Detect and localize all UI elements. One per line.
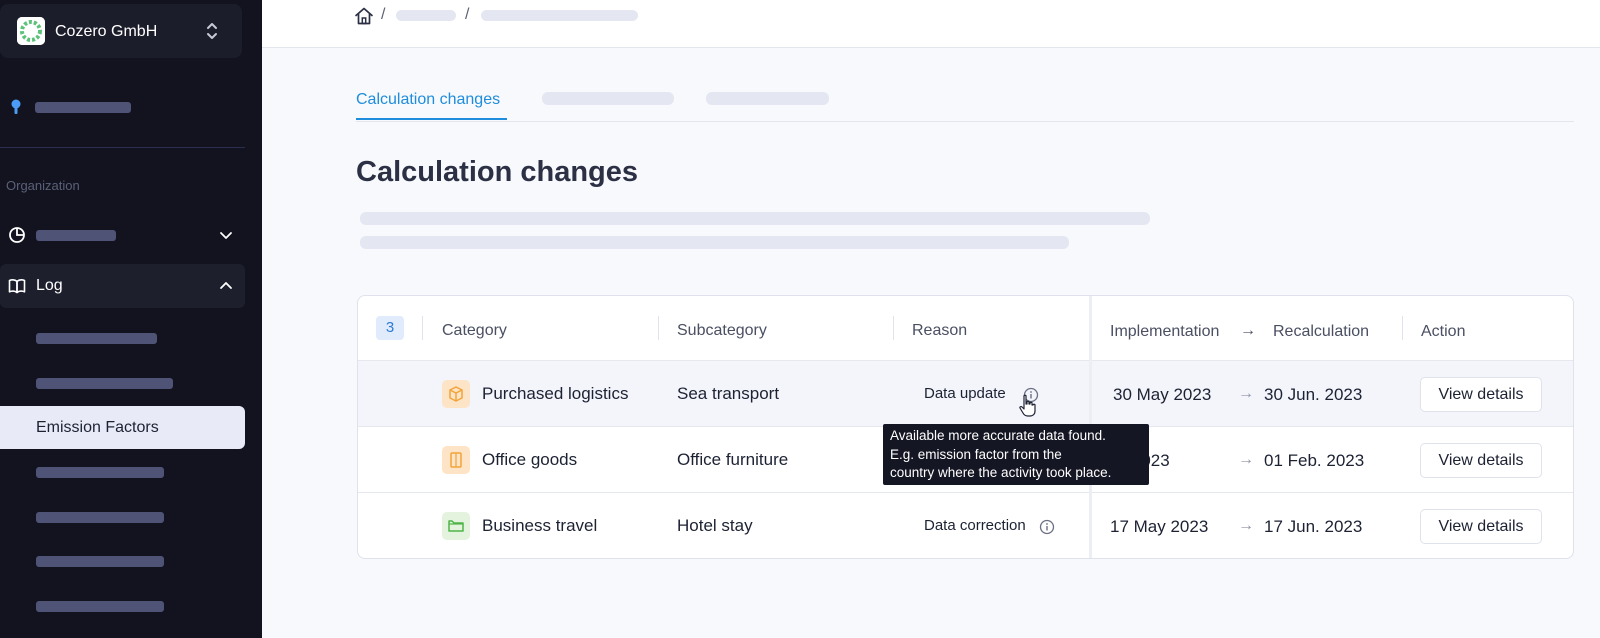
sidebar-subitem-placeholder[interactable]: [36, 467, 164, 478]
cell-implementation-date: 17 May 2023: [1110, 517, 1209, 536]
table-row[interactable]: Business travel Hotel stay Data correcti…: [358, 492, 1573, 558]
column-header-implementation[interactable]: Implementation: [1110, 323, 1219, 341]
pie-chart-icon: [9, 227, 25, 243]
reason-tooltip: Available more accurate data found. E.g.…: [883, 424, 1149, 485]
organization-switcher[interactable]: Cozero GmbH: [0, 4, 242, 58]
cell-category: Business travel: [482, 516, 598, 535]
sidebar-subitem-placeholder[interactable]: [36, 512, 164, 523]
column-header-action[interactable]: Action: [1421, 323, 1465, 341]
tabs-divider: [356, 121, 1574, 122]
cell-category: Office goods: [482, 450, 578, 469]
cell-subcategory: Hotel stay: [677, 516, 753, 535]
column-header-subcategory[interactable]: Subcategory: [677, 322, 767, 340]
chevron-up-down-icon: [207, 23, 217, 39]
column-header-reason[interactable]: Reason: [912, 322, 967, 340]
header-separator: [422, 316, 423, 340]
sidebar-item-dashboard[interactable]: [0, 213, 245, 257]
cell-recalculation-date: 01 Feb. 2023: [1264, 451, 1365, 470]
sidebar-item-log[interactable]: Log: [0, 264, 245, 308]
organization-name: Cozero GmbH: [55, 23, 158, 40]
breadcrumb-separator: /: [465, 6, 470, 23]
sidebar: Cozero GmbH Organization Log Emission Fa…: [0, 0, 262, 638]
cell-subcategory: Office furniture: [677, 450, 789, 469]
hand-pointer-cursor-icon: [1019, 394, 1036, 417]
sidebar-section-label: Organization: [6, 178, 80, 193]
cabinet-icon: [442, 446, 470, 474]
tab-active-indicator: [356, 118, 507, 120]
table-row[interactable]: Purchased logistics Sea transport Data u…: [358, 360, 1573, 426]
tab-calculation-changes[interactable]: Calculation changes: [356, 91, 500, 109]
breadcrumb-item-placeholder[interactable]: [481, 10, 638, 21]
tab-placeholder[interactable]: [706, 92, 829, 105]
sidebar-divider: [0, 147, 245, 148]
header-separator: [658, 316, 659, 340]
sidebar-item-emission-factors-label: Emission Factors: [36, 419, 159, 436]
lightbulb-icon: [11, 99, 21, 114]
cell-reason: Data correction: [924, 517, 1026, 534]
chevron-up-icon: [220, 282, 232, 289]
tooltip-line: Available more accurate data found.: [890, 428, 1106, 443]
row-count-badge: 3: [376, 316, 404, 340]
column-header-recalculation[interactable]: Recalculation: [1273, 323, 1369, 341]
cell-category: Purchased logistics: [482, 384, 629, 403]
view-details-button[interactable]: View details: [1420, 509, 1542, 544]
description-placeholder: [360, 212, 1150, 225]
sidebar-subitem-placeholder[interactable]: [36, 556, 164, 567]
breadcrumb: / /: [262, 0, 1600, 48]
sidebar-subitem-placeholder[interactable]: [36, 601, 164, 612]
header-separator: [1402, 316, 1403, 340]
sidebar-placeholder: [35, 102, 131, 113]
home-icon[interactable]: [354, 7, 374, 25]
wallet-icon: [442, 512, 470, 540]
view-details-button[interactable]: View details: [1420, 443, 1542, 478]
header-separator: [893, 316, 894, 340]
cell-subcategory: Sea transport: [677, 384, 780, 403]
sidebar-item-emission-factors[interactable]: Emission Factors: [0, 406, 245, 449]
tooltip-line: E.g. emission factor from the: [890, 446, 1062, 462]
chevron-down-icon: [220, 232, 232, 239]
sidebar-subitem-placeholder[interactable]: [36, 378, 173, 389]
package-icon: [442, 380, 470, 408]
breadcrumb-separator: /: [381, 6, 386, 23]
book-open-icon: [8, 279, 26, 294]
cozero-logo-icon: [17, 17, 45, 45]
view-details-button[interactable]: View details: [1420, 377, 1542, 412]
page-title: Calculation changes: [356, 156, 639, 188]
sidebar-item-pinned[interactable]: [10, 99, 22, 115]
sidebar-subitem-placeholder[interactable]: [36, 333, 157, 344]
column-header-category[interactable]: Category: [442, 322, 507, 340]
info-icon[interactable]: [1039, 519, 1055, 535]
arrow-right-icon: →: [1238, 385, 1254, 402]
cell-recalculation-date: 17 Jun. 2023: [1264, 517, 1363, 536]
cell-implementation-date: 30 May 2023: [1113, 385, 1212, 404]
cell-recalculation-date: 30 Jun. 2023: [1264, 385, 1363, 404]
header-arrow-icon: →: [1240, 322, 1256, 339]
tooltip-line: country where the activity took place.: [890, 465, 1112, 480]
breadcrumb-item-placeholder[interactable]: [396, 10, 456, 21]
arrow-right-icon: →: [1238, 517, 1254, 534]
tab-placeholder[interactable]: [542, 92, 674, 105]
sidebar-item-log-label: Log: [36, 277, 63, 294]
description-placeholder: [360, 236, 1069, 249]
sidebar-item-label-placeholder: [36, 230, 116, 241]
arrow-right-icon: →: [1238, 451, 1254, 468]
cell-reason: Data update: [924, 385, 1006, 402]
